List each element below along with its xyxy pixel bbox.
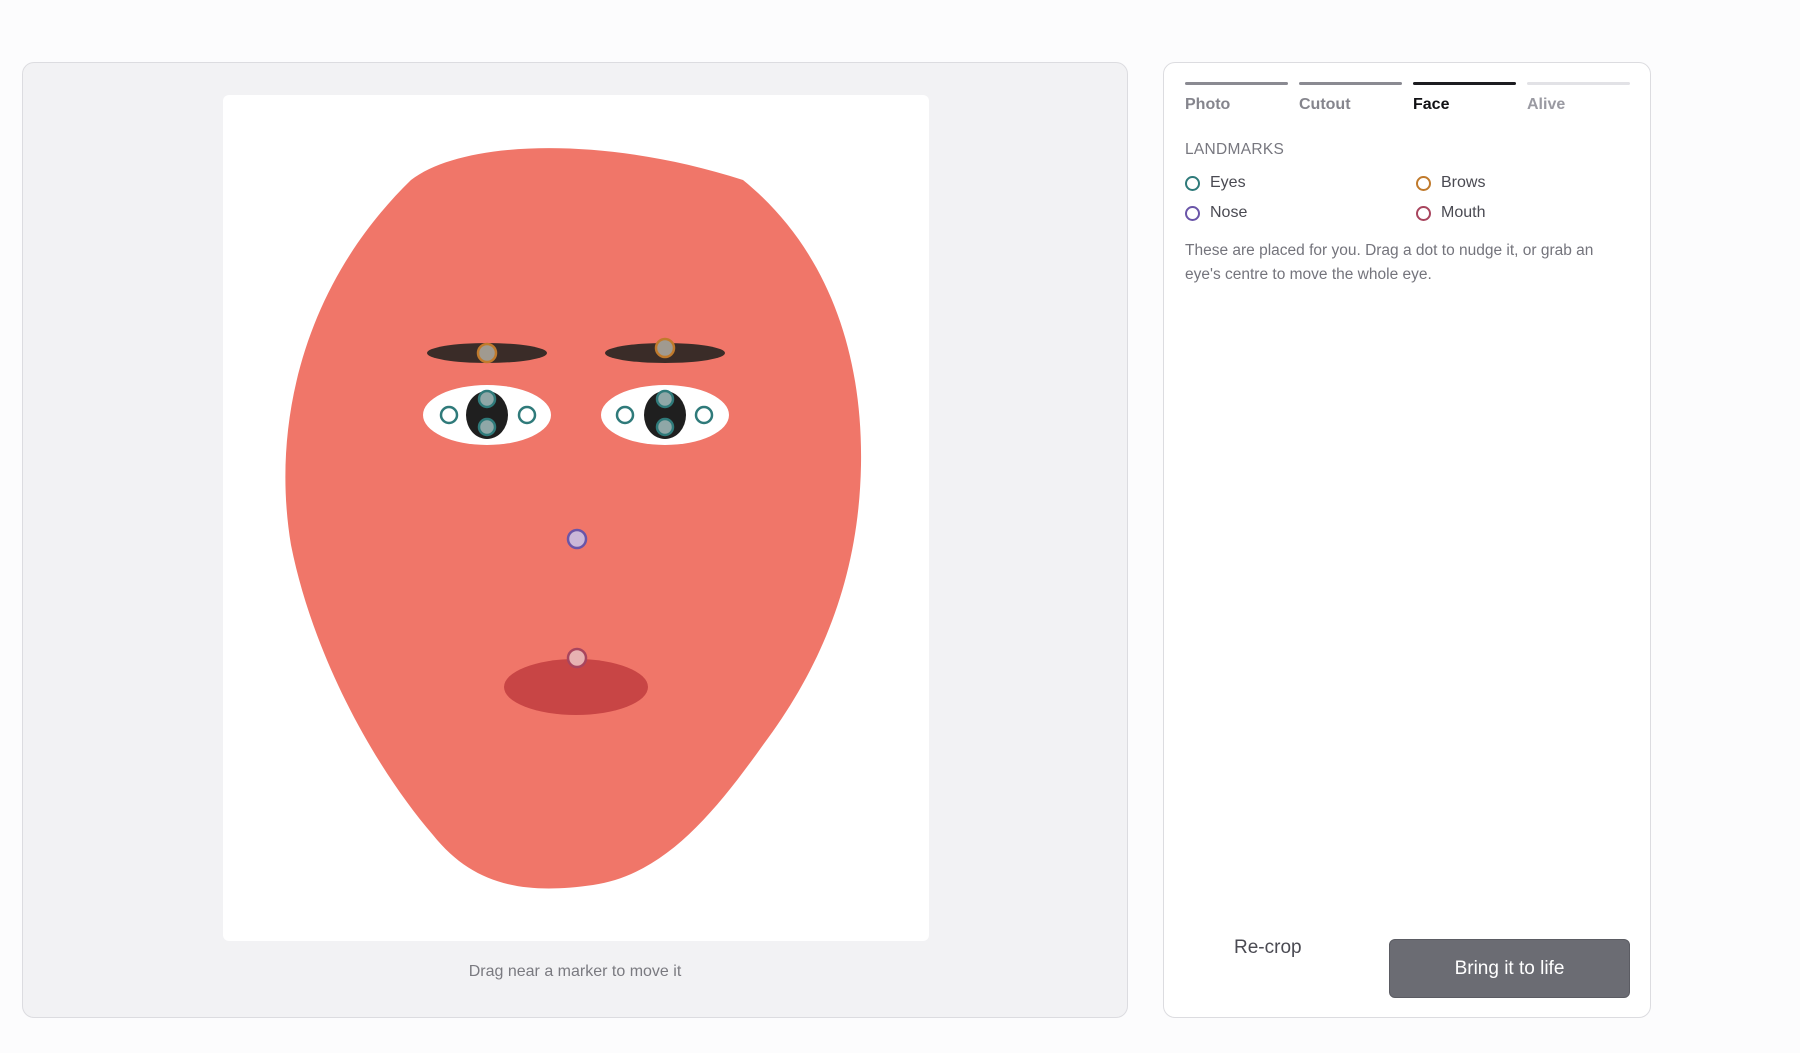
- face-shape: [285, 148, 862, 889]
- left-brow-marker[interactable]: [476, 342, 498, 364]
- step-alive[interactable]: Alive: [1527, 82, 1630, 114]
- nose-marker[interactable]: [566, 528, 588, 550]
- left-eye-bottom-marker[interactable]: [477, 417, 497, 437]
- legend-nose: Nose: [1185, 204, 1416, 222]
- step-bar: [1299, 82, 1402, 85]
- legend-label: Nose: [1210, 204, 1248, 221]
- legend-label: Eyes: [1210, 174, 1246, 191]
- mouth-ring-icon: [1416, 205, 1431, 221]
- face-canvas[interactable]: [223, 95, 929, 941]
- step-bar: [1413, 82, 1516, 85]
- step-progress: Photo Cutout Face Alive: [1185, 82, 1630, 114]
- drag-hint: Drag near a marker to move it: [468, 963, 682, 980]
- right-eye-outer-marker[interactable]: [694, 405, 714, 425]
- landmarks-title: LANDMARKS: [1185, 141, 1285, 158]
- mouth-marker[interactable]: [566, 647, 588, 669]
- legend-eyes: Eyes: [1185, 174, 1416, 192]
- right-eye-inner-marker[interactable]: [615, 405, 635, 425]
- step-label: Cutout: [1299, 96, 1351, 113]
- left-eye-top-marker[interactable]: [477, 389, 497, 409]
- recrop-button[interactable]: Re-crop: [1234, 937, 1302, 959]
- landmarks-description: These are placed for you. Drag a dot to …: [1185, 242, 1594, 283]
- face-editor-panel: Drag near a marker to move it: [22, 62, 1128, 1018]
- step-label: Alive: [1527, 96, 1566, 113]
- face-illustration[interactable]: [223, 95, 929, 941]
- step-bar: [1185, 82, 1288, 85]
- step-label: Face: [1413, 96, 1450, 113]
- step-cutout[interactable]: Cutout: [1299, 82, 1402, 114]
- side-panel: Photo Cutout Face Alive LANDMARKS Eyes B…: [1163, 62, 1651, 1018]
- step-photo[interactable]: Photo: [1185, 82, 1288, 114]
- eyes-ring-icon: [1185, 175, 1200, 191]
- legend-label: Brows: [1441, 174, 1486, 191]
- right-eye-bottom-marker[interactable]: [655, 417, 675, 437]
- landmarks-legend: Eyes Brows Nose Mouth: [1185, 174, 1625, 222]
- legend-mouth: Mouth: [1416, 204, 1625, 222]
- nose-ring-icon: [1185, 205, 1200, 221]
- step-bar: [1527, 82, 1630, 85]
- legend-brows: Brows: [1416, 174, 1625, 192]
- left-eye-outer-marker[interactable]: [439, 405, 459, 425]
- right-eye-top-marker[interactable]: [655, 389, 675, 409]
- step-label: Photo: [1185, 96, 1231, 113]
- right-brow-marker[interactable]: [654, 337, 676, 359]
- legend-label: Mouth: [1441, 204, 1486, 221]
- left-eye-inner-marker[interactable]: [517, 405, 537, 425]
- brows-ring-icon: [1416, 175, 1431, 191]
- bring-to-life-button[interactable]: Bring it to life: [1389, 939, 1630, 998]
- step-face[interactable]: Face: [1413, 82, 1516, 114]
